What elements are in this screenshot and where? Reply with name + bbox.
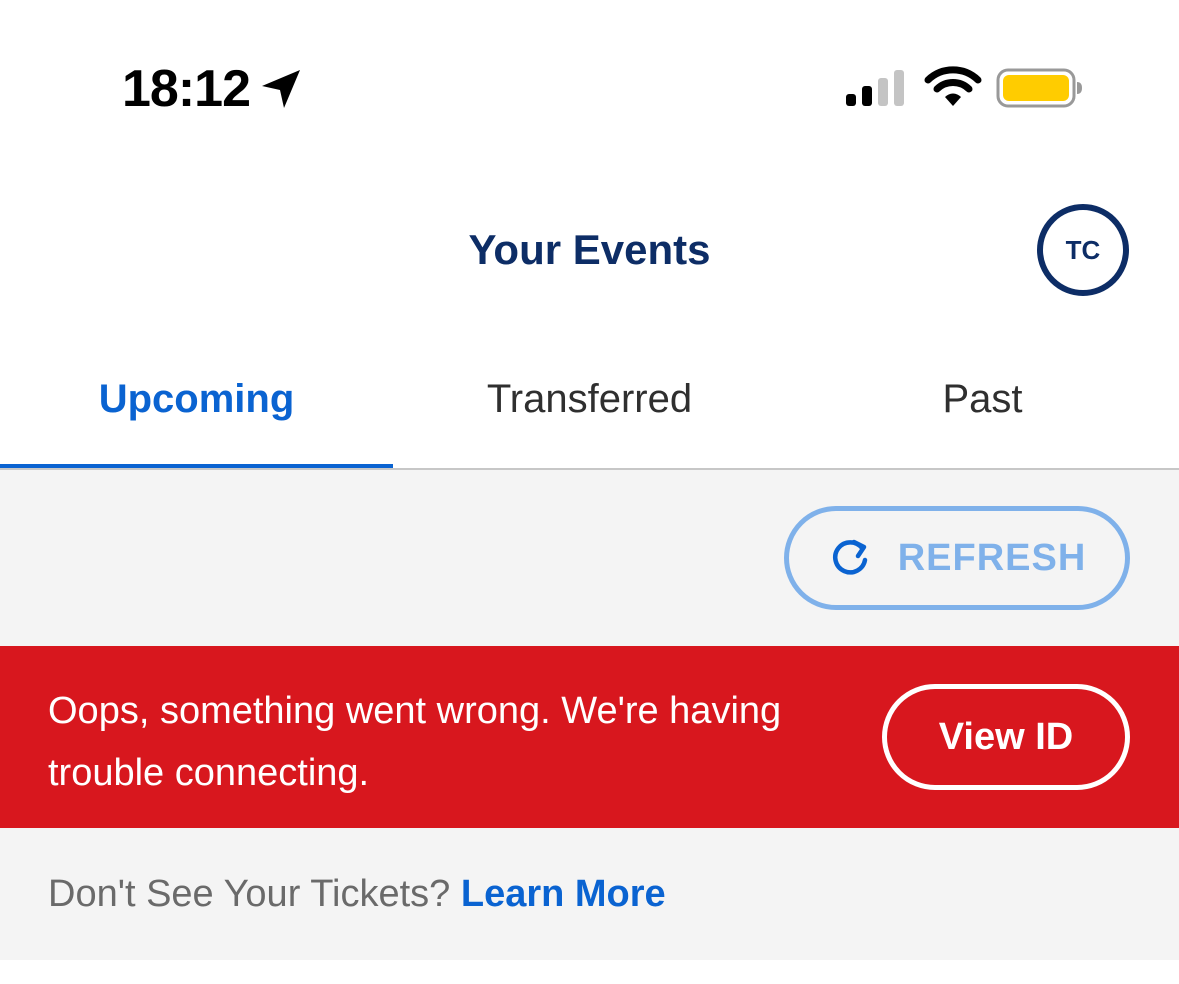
learn-more-link[interactable]: Learn More	[461, 873, 666, 915]
tab-past[interactable]: Past	[786, 330, 1179, 468]
refresh-icon	[832, 539, 867, 575]
wifi-icon	[924, 66, 982, 106]
battery-icon	[996, 68, 1082, 108]
avatar[interactable]: TC	[1037, 204, 1129, 296]
refresh-button[interactable]: REFRESH	[784, 506, 1130, 610]
help-question: Don't See Your Tickets?	[48, 873, 451, 915]
event-tabs: Upcoming Transferred Past	[0, 330, 1179, 470]
status-time: 18:12	[122, 60, 251, 118]
location-arrow-icon	[262, 70, 300, 108]
events-content: REFRESH Oops, something went wrong. We'r…	[0, 470, 1179, 960]
tab-transferred[interactable]: Transferred	[393, 330, 786, 468]
refresh-label: REFRESH	[897, 536, 1087, 579]
error-banner: Oops, something went wrong. We're having…	[0, 646, 1179, 828]
cellular-signal-icon	[846, 70, 904, 106]
view-id-button[interactable]: View ID	[882, 684, 1130, 790]
status-bar: 18:12	[0, 0, 1179, 160]
tab-upcoming[interactable]: Upcoming	[0, 330, 393, 468]
help-row: Don't See Your Tickets? Learn More	[48, 866, 666, 922]
page-title: Your Events	[468, 226, 711, 273]
your-events-screen: 18:12 Your Events TC Upcoming Transferre…	[0, 0, 1179, 984]
bottom-area	[0, 960, 1179, 984]
error-message: Oops, something went wrong. We're having…	[48, 690, 782, 794]
active-tab-indicator	[0, 464, 393, 468]
